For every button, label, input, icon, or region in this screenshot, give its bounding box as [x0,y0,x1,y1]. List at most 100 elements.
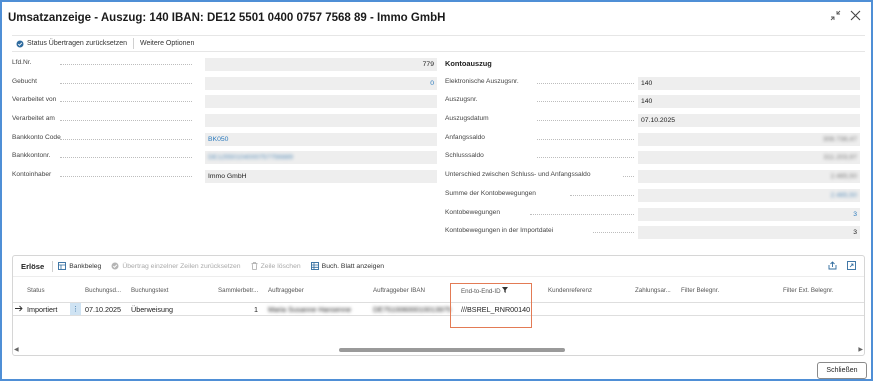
horizontal-scrollbar[interactable]: ◀ ▶ [14,346,863,353]
grid-doc-icon [58,262,67,270]
cell-status[interactable]: Importiert [27,305,57,314]
auszugsdatum-value: 07.10.2025 [638,114,860,128]
field-auszugsnr: Auszugsnr. 140 [445,92,860,111]
bankkontonr-value: DE12550104000757756889 [208,154,294,162]
verarbeitet-von-value [205,95,437,109]
close-button[interactable]: Schließen [817,362,867,379]
cell-sammlerbetrag[interactable]: 1 [254,305,258,314]
field-label: Gebucht [12,77,37,85]
table-row[interactable]: Importiert ⋮ 07.10.2025 Überweisung 1 Ma… [13,302,864,316]
field-label: Kontoinhaber [12,171,52,179]
column-header-zahlungsart[interactable]: Zahlungsar... [635,287,671,294]
kontoauszug-fields: Kontoauszug Elektronische Auszugsnr. 140… [445,55,860,242]
bankbeleg-label: Bankbeleg [69,262,102,270]
dialog-window: Umsatzanzeige - Auszug: 140 IBAN: DE12 5… [0,0,873,381]
check-shield-icon [16,40,24,47]
column-header-sammlerbetrag[interactable]: Sammlerbetr... [218,287,258,294]
field-unterschied: Unterschied zwischen Schluss- und Anfang… [445,167,860,186]
field-schlusssaldo: Schlusssaldo 311.203,97 [445,148,860,167]
show-journal-label: Buch. Blatt anzeigen [321,262,385,270]
field-label: Verarbeitet von [12,96,57,104]
summe-value: 2.465,50 [830,191,857,199]
row-menu-icon[interactable]: ⋮ [70,303,81,315]
delete-row-label: Zeile löschen [260,262,301,270]
reset-status-label: Status Übertragen zurücksetzen [27,40,127,47]
bankkonto-code-value[interactable]: BK050 [205,132,437,146]
verarbeitet-am-value [205,114,437,128]
column-header-filter-ext-belegnr[interactable]: Filter Ext. Belegnr. [783,287,834,294]
field-kontoinhaber: Kontoinhaber Immo GmbH [12,167,437,186]
field-label: Summe der Kontobewegungen [445,189,536,197]
field-label: Bankkontonr. [12,152,51,160]
column-header-kundenreferenz[interactable]: Kundenreferenz [548,287,592,294]
delete-row-button[interactable]: Zeile löschen [246,262,306,270]
field-label: Elektronische Auszugsnr. [445,77,519,85]
column-header-auftraggeber-iban[interactable]: Auftraggeber IBAN [373,287,425,294]
close-icon[interactable] [849,9,861,21]
field-label: Verarbeitet am [12,115,55,123]
scroll-right-icon[interactable]: ▶ [858,346,863,353]
field-kontobewegungen: Kontobewegungen 3 [445,205,860,224]
cell-buchungstext[interactable]: Überweisung [131,305,173,314]
lines-title: Erlöse [21,261,45,271]
field-verarbeitet-am: Verarbeitet am [12,111,437,130]
cell-buchungsdatum[interactable]: 07.10.2025 [85,305,121,314]
scroll-left-icon[interactable]: ◀ [14,346,19,353]
cell-auftraggeber-iban[interactable]: DE75100600010013975 [373,305,451,314]
field-label: Kontobewegungen in der Importdatei [445,227,554,235]
collapse-icon[interactable] [829,9,841,21]
title-bar: Umsatzanzeige - Auszug: 140 IBAN: DE12 5… [8,7,865,29]
field-label: Auszugsdatum [445,115,489,123]
field-anfangssaldo: Anfangssaldo 308.738,47 [445,130,860,149]
general-fields: Lfd.Nr. 779 Gebucht 0 Verarbeitet von Ve… [12,55,437,186]
field-importdatei: Kontobewegungen in der Importdatei 3 [445,223,860,242]
more-options-button[interactable]: Weitere Optionen [134,40,200,47]
lines-subpage: Erlöse Bankbeleg Übertrag einzelner Zeil… [12,255,865,356]
section-header-kontoauszug: Kontoauszug [445,59,492,68]
schlusssaldo-value: 311.203,97 [823,154,857,162]
bankkontonr-field[interactable]: DE12550104000757756889 [205,151,437,165]
field-auszugsdatum: Auszugsdatum 07.10.2025 [445,111,860,130]
expand-icon[interactable] [847,261,856,272]
more-options-label: Weitere Optionen [140,40,195,47]
kontoinhaber-value: Immo GmbH [205,170,437,184]
scroll-thumb[interactable] [339,348,565,352]
field-verarbeitet-von: Verarbeitet von [12,92,437,111]
column-header-buchungsdatum[interactable]: Buchungsd... [85,287,121,294]
field-gebucht: Gebucht 0 [12,74,437,93]
auszugsnr-value: 140 [638,95,860,109]
field-label: Lfd.Nr. [12,59,32,66]
column-header-auftraggeber[interactable]: Auftraggeber [268,287,304,294]
cell-auftraggeber[interactable]: Maria Susanne Hansenne [268,305,351,314]
column-header-filter-belegnr[interactable]: Filter Belegnr. [681,287,719,294]
bankbeleg-button[interactable]: Bankbeleg [53,262,106,270]
field-summe-kontobewegungen: Summe der Kontobewegungen 2.465,50 [445,186,860,205]
unterschied-value: 2.465,50 [830,173,857,181]
end-to-end-highlight [450,283,532,328]
share-icon[interactable] [828,261,837,272]
field-bankkontonr: Bankkontonr. DE12550104000757756889 [12,148,437,167]
reset-lines-label: Übertrag einzelner Zeilen zurücksetzen [122,262,241,270]
field-label: Schlusssaldo [445,152,484,160]
elektronische-auszugsnr-value: 140 [638,76,860,90]
kontobewegungen-value[interactable]: 3 [638,207,860,221]
trash-icon [251,262,258,270]
check-shield-icon [111,262,119,270]
field-label: Kontobewegungen [445,208,500,216]
lfd-nr-value: 779 [205,58,437,71]
column-header-status[interactable]: Status [27,287,45,294]
reset-lines-button[interactable]: Übertrag einzelner Zeilen zurücksetzen [106,262,245,270]
row-selected-arrow-icon [15,305,23,314]
gebucht-value[interactable]: 0 [205,76,437,90]
window-title: Umsatzanzeige - Auszug: 140 IBAN: DE12 5… [8,12,446,24]
field-label: Bankkonto Code [12,133,61,141]
show-journal-button[interactable]: Buch. Blatt anzeigen [306,262,389,270]
field-label: Anfangssaldo [445,133,485,141]
field-elektronische-auszugsnr: Elektronische Auszugsnr. 140 [445,74,860,93]
field-lfd-nr: Lfd.Nr. 779 [12,55,437,74]
column-header-buchungstext[interactable]: Buchungstext [131,287,169,294]
field-label: Auszugsnr. [445,96,478,104]
field-bankkonto-code: Bankkonto Code BK050 [12,130,437,149]
reset-status-button[interactable]: Status Übertragen zurücksetzen [12,40,133,48]
importdatei-value: 3 [638,226,860,240]
